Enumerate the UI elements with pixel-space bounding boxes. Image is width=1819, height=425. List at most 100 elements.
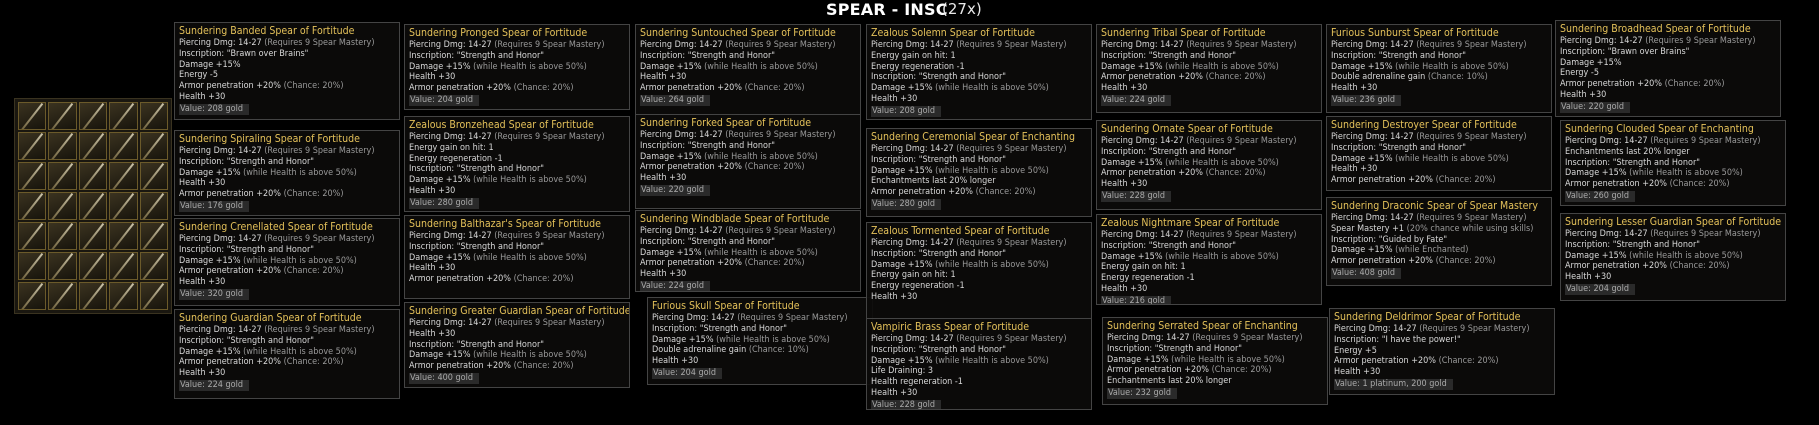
stat-qualifier: (Chance: 20%) — [744, 83, 805, 94]
stat-text: Health +30 — [1331, 83, 1378, 94]
item-stat-line: Armor penetration +20% (Chance: 20%) — [1331, 256, 1548, 267]
item-stat-line: Energy gain on hit: 1 — [871, 51, 1088, 62]
item-stat-line: Double adrenaline gain (Chance: 10%) — [652, 345, 869, 356]
stat-text: Piercing Dmg: 14-27 — [409, 40, 495, 50]
item-stat-line: Piercing Dmg: 14-27 (Requires 9 Spear Ma… — [652, 313, 869, 324]
stat-qualifier: (while Health is above 50%) — [1629, 250, 1743, 261]
item-value: Value: 224 gold — [1101, 94, 1171, 106]
item-stat-line: Damage +15% (while Health is above 50%) — [409, 350, 626, 361]
stat-text: Spear Mastery +1 — [1331, 223, 1407, 234]
item-value: Value: 208 gold — [179, 103, 249, 115]
item-stat-line: Energy regeneration -1 — [409, 154, 626, 165]
stat-text: Piercing Dmg: 14-27 — [640, 130, 726, 140]
stat-text: Inscription: "Strength and Honor" — [1101, 50, 1236, 61]
stat-text: Health +30 — [1101, 179, 1148, 190]
stat-qualifier: (Requires 9 Spear Mastery) — [956, 144, 1067, 154]
item-stat-line: Damage +15% (while Health is above 50%) — [179, 168, 396, 179]
item-tooltip: Sundering Pronged Spear of Fortitude Pier… — [404, 24, 630, 110]
stat-qualifier: (Chance: 20%) — [283, 357, 344, 368]
stat-text: Damage +15% — [1331, 245, 1396, 256]
stat-qualifier: (Chance: 20%) — [283, 189, 344, 200]
stat-qualifier: (Chance: 20%) — [283, 81, 344, 92]
stat-qualifier: (20% chance while using skills) — [1406, 223, 1534, 234]
stat-text: Health +30 — [1101, 283, 1148, 294]
item-stat-line: Inscription: "Strength and Honor" — [409, 242, 626, 253]
item-stat-line: Piercing Dmg: 14-27 (Requires 9 Spear Ma… — [179, 234, 396, 245]
item-stat-line: Inscription: "Strength and Honor" — [871, 345, 1088, 356]
stat-text: Inscription: "Brawn over Brains" — [179, 48, 309, 59]
item-name: Sundering Deldrimor Spear of Fortitude — [1334, 311, 1521, 323]
stat-qualifier: (Chance: 20%) — [744, 258, 805, 269]
item-name: Zealous Tormented Spear of Fortitude — [871, 225, 1050, 237]
stat-text: Enchantments last 20% longer — [1565, 146, 1690, 157]
stat-text: Damage +15% — [1331, 61, 1396, 72]
stat-text: Armor penetration +20% — [1101, 72, 1206, 83]
stat-qualifier: (while Health is above 50%) — [716, 334, 830, 345]
item-stat-line: Armor penetration +20% (Chance: 20%) — [1565, 179, 1782, 190]
item-stat-line: Health +30 — [179, 92, 396, 103]
stat-qualifier: (while Health is above 50%) — [1395, 61, 1509, 72]
item-stat-line: Inscription: "Strength and Honor" — [640, 237, 857, 248]
stat-qualifier: (while Health is above 50%) — [473, 252, 587, 263]
item-tooltip: Zealous Bronzehead Spear of Fortitude Pie… — [404, 116, 630, 212]
item-stat-line: Inscription: "Strength and Honor" — [179, 157, 396, 168]
stat-text: Piercing Dmg: 14-27 — [871, 144, 957, 154]
item-stat-line: Health +30 — [1331, 83, 1548, 94]
item-stat-line: Energy gain on hit: 1 — [871, 270, 1088, 281]
stat-text: Energy gain on hit: 1 — [871, 50, 956, 61]
item-stat-line: Inscription: "Brawn over Brains" — [1560, 47, 1777, 58]
stat-text: Health +30 — [1560, 89, 1607, 100]
item-value: Value: 224 gold — [179, 379, 249, 391]
stat-text: Piercing Dmg: 14-27 — [1565, 136, 1651, 146]
item-stat-line: Life Draining: 3 — [871, 366, 1088, 377]
item-tooltip: Sundering Deldrimor Spear of Fortitude Pi… — [1329, 308, 1555, 395]
stat-text: Health +30 — [640, 269, 687, 280]
item-stat-line: Piercing Dmg: 14-27 (Requires 9 Spear Ma… — [871, 238, 1088, 249]
item-stat-line: Health +30 — [1560, 90, 1777, 101]
stat-qualifier: (Chance: 20%) — [1438, 356, 1499, 367]
item-name: Zealous Bronzehead Spear of Fortitude — [409, 119, 594, 131]
stat-text: Energy +5 — [1334, 345, 1377, 356]
item-stat-line: Piercing Dmg: 14-27 (Requires 9 Spear Ma… — [179, 146, 396, 157]
stat-qualifier: (Requires 9 Spear Mastery) — [725, 226, 836, 236]
stat-text: Damage +15% — [871, 355, 936, 366]
stat-text: Piercing Dmg: 14-27 — [179, 38, 265, 48]
stat-qualifier: (Requires 9 Spear Mastery) — [1186, 136, 1297, 146]
stat-qualifier: (Chance: 20%) — [1435, 256, 1496, 267]
stat-text: Armor penetration +20% — [1101, 168, 1206, 179]
stat-text: Damage +15% — [1101, 251, 1166, 262]
item-tooltip: Sundering Windblade Spear of Fortitude Pi… — [635, 210, 861, 292]
item-tooltip: Sundering Tribal Spear of Fortitude Pierc… — [1096, 24, 1322, 113]
stat-qualifier: (Requires 9 Spear Mastery) — [956, 238, 1067, 248]
stat-qualifier: (Requires 9 Spear Mastery) — [1650, 136, 1761, 146]
stat-text: Armor penetration +20% — [871, 187, 976, 198]
item-stat-line: Inscription: "Strength and Honor" — [1107, 344, 1324, 355]
stat-text: Inscription: "Strength and Honor" — [1331, 142, 1466, 153]
stat-text: Health +30 — [652, 356, 699, 367]
stat-text: Inscription: "Strength and Honor" — [409, 339, 544, 350]
stat-text: Damage +15% — [409, 252, 474, 263]
stat-text: Damage +15% — [1560, 57, 1622, 68]
stat-text: Inscription: "Strength and Honor" — [871, 248, 1006, 259]
stat-qualifier: (Chance: 20%) — [283, 266, 344, 277]
item-stat-line: Inscription: "Strength and Honor" — [652, 324, 869, 335]
item-stat-line: Piercing Dmg: 14-27 (Requires 9 Spear Ma… — [1565, 136, 1782, 147]
stat-text: Health +30 — [409, 185, 456, 196]
stat-text: Piercing Dmg: 14-27 — [179, 234, 265, 244]
item-tooltip: Zealous Nightmare Spear of Fortitude Pier… — [1096, 214, 1322, 305]
item-stat-line: Energy -5 — [179, 70, 396, 81]
item-stat-line: Armor penetration +20% (Chance: 20%) — [179, 189, 396, 200]
item-value: Value: 204 gold — [652, 367, 722, 379]
stat-text: Damage +15% — [640, 151, 705, 162]
stat-text: Health +30 — [871, 387, 918, 398]
item-stat-line: Damage +15% (while Health is above 50%) — [1565, 168, 1782, 179]
item-stat-line: Health +30 — [640, 173, 857, 184]
item-tooltip: Sundering Ornate Spear of Fortitude Pierc… — [1096, 120, 1322, 210]
stat-qualifier: (Requires 9 Spear Mastery) — [494, 318, 605, 328]
stat-text: Piercing Dmg: 14-27 — [640, 40, 726, 50]
item-tooltip: Sundering Clouded Spear of Enchanting Pie… — [1560, 120, 1786, 206]
stat-text: Damage +15% — [179, 59, 241, 70]
item-stat-line: Armor penetration +20% (Chance: 20%) — [640, 162, 857, 173]
stat-qualifier: (while Health is above 50%) — [473, 61, 587, 72]
stat-qualifier: (Requires 9 Spear Mastery) — [264, 325, 375, 335]
